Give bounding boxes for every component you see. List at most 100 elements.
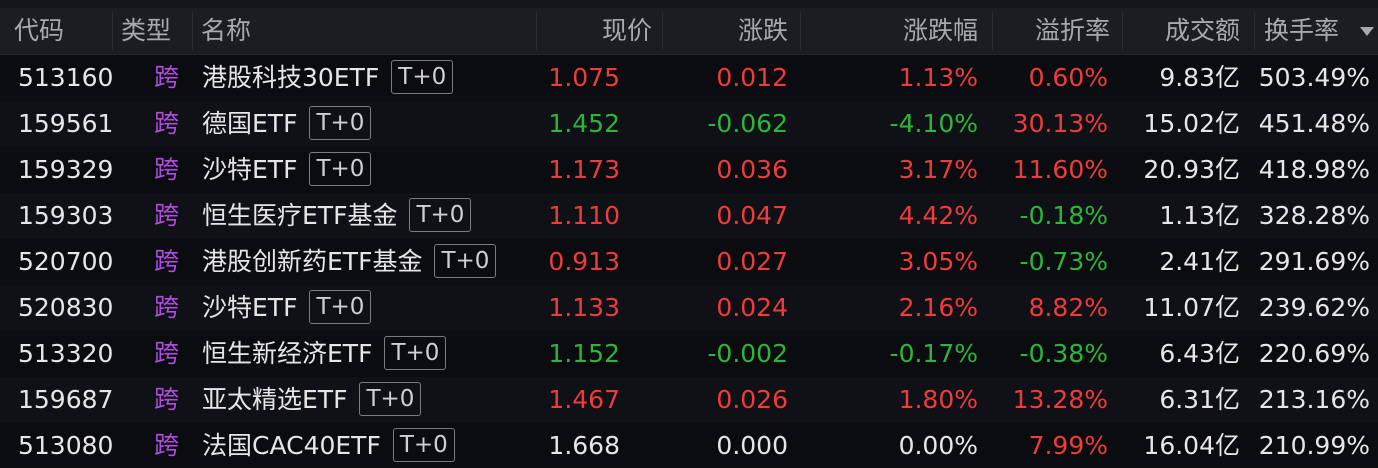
cell-turnover-rate: 220.69% — [1250, 331, 1370, 377]
cell-code-text: 513080 — [18, 431, 114, 460]
header-name[interactable]: 名称 — [201, 8, 251, 54]
cell-price: 0.913 — [540, 239, 620, 285]
header-change-pct[interactable]: 涨跌幅 — [806, 8, 978, 54]
cell-name: 德国ETF T+0 — [202, 101, 372, 147]
sort-desc-icon[interactable] — [1360, 27, 1374, 36]
cell-price-text: 1.467 — [548, 385, 620, 414]
cell-price-text: 1.173 — [548, 155, 620, 184]
cell-change-pct: 4.42% — [806, 193, 978, 239]
cell-premium-text: 0.60% — [1028, 63, 1108, 92]
header-premium[interactable]: 溢折率 — [998, 8, 1110, 54]
cell-turnover-rate-text: 291.69% — [1258, 247, 1370, 276]
cell-name: 亚太精选ETF T+0 — [202, 377, 422, 423]
cell-type: 跨 — [154, 239, 179, 285]
cell-type: 跨 — [154, 331, 179, 377]
header-separator — [1254, 12, 1255, 50]
cell-turnover-rate-text: 220.69% — [1258, 339, 1370, 368]
cell-turnover-amount-text: 6.31亿 — [1159, 385, 1240, 414]
header-separator — [1122, 12, 1123, 50]
header-price[interactable]: 现价 — [540, 8, 652, 54]
cell-premium-text: 8.82% — [1028, 293, 1108, 322]
trading-badge: T+0 — [434, 244, 497, 278]
cell-name-text: 港股创新药ETF基金 — [202, 247, 423, 276]
table-row[interactable]: 513320 跨恒生新经济ETF T+0 1.152 -0.002 -0.17% -0.38… — [0, 331, 1378, 377]
cell-type-text: 跨 — [154, 247, 180, 276]
cell-change: 0.036 — [670, 147, 788, 193]
cell-change: 0.026 — [670, 377, 788, 423]
cell-turnover-rate-text: 328.28% — [1258, 201, 1370, 230]
cell-code-text: 159687 — [18, 385, 114, 414]
header-code[interactable]: 代码 — [14, 8, 64, 54]
cell-code: 520700 — [18, 239, 113, 285]
table-row[interactable]: 513160 跨港股科技30ETF T+0 1.075 0.012 1.13% 0.60% 9… — [0, 55, 1378, 101]
cell-code-text: 159329 — [18, 155, 114, 184]
cell-premium: -0.38% — [998, 331, 1108, 377]
cell-change-text: 0.000 — [716, 431, 788, 460]
cell-change-pct-text: 1.80% — [898, 385, 978, 414]
cell-code: 159561 — [18, 101, 113, 147]
cell-type: 跨 — [154, 101, 179, 147]
trading-badge: T+0 — [384, 336, 447, 370]
cell-price: 1.133 — [540, 285, 620, 331]
cell-change-text: 0.024 — [716, 293, 788, 322]
cell-premium: 0.60% — [998, 55, 1108, 101]
header-separator — [112, 12, 113, 50]
cell-type: 跨 — [154, 55, 179, 101]
cell-change-pct: 1.80% — [806, 377, 978, 423]
cell-change-text: 0.047 — [716, 201, 788, 230]
cell-price-text: 0.913 — [548, 247, 620, 276]
cell-change-pct-text: 3.05% — [898, 247, 978, 276]
cell-premium-text: 13.28% — [1012, 385, 1108, 414]
cell-turnover-amount: 2.41亿 — [1128, 239, 1240, 285]
cell-change-pct-text: 4.42% — [898, 201, 978, 230]
cell-turnover-amount: 1.13亿 — [1128, 193, 1240, 239]
trading-badge: T+0 — [409, 198, 472, 232]
cell-name-text: 亚太精选ETF — [202, 385, 348, 414]
cell-code-text: 513160 — [18, 63, 114, 92]
trading-badge: T+0 — [309, 152, 372, 186]
cell-turnover-amount-text: 11.07亿 — [1143, 293, 1240, 322]
cell-turnover-rate: 418.98% — [1250, 147, 1370, 193]
etf-quote-table: 代码 类型 名称 现价 涨跌 涨跌幅 溢折率 成交额 换手率 513160 跨港股… — [0, 0, 1378, 468]
cell-turnover-rate-text: 451.48% — [1258, 109, 1370, 138]
cell-name-text: 沙特ETF — [202, 293, 298, 322]
cell-premium: -0.18% — [998, 193, 1108, 239]
table-row[interactable]: 159561 跨德国ETF T+0 1.452 -0.062 -4.10% 30.13% 15… — [0, 101, 1378, 147]
cell-turnover-rate: 210.99% — [1250, 423, 1370, 468]
cell-type-text: 跨 — [154, 109, 180, 138]
table-row[interactable]: 159687 跨亚太精选ETF T+0 1.467 0.026 1.80% 13.28% 6.… — [0, 377, 1378, 423]
cell-change-pct-text: 3.17% — [898, 155, 978, 184]
cell-change-pct: 0.00% — [806, 423, 978, 468]
cell-turnover-amount: 6.31亿 — [1128, 377, 1240, 423]
cell-change-pct: 3.17% — [806, 147, 978, 193]
cell-change-pct: 3.05% — [806, 239, 978, 285]
cell-premium: 11.60% — [998, 147, 1108, 193]
cell-turnover-rate-text: 503.49% — [1258, 63, 1370, 92]
trading-badge: T+0 — [309, 106, 372, 140]
cell-type: 跨 — [154, 147, 179, 193]
table-row[interactable]: 159329 跨沙特ETF T+0 1.173 0.036 3.17% 11.60% 20.9… — [0, 147, 1378, 193]
cell-change-text: 0.012 — [716, 63, 788, 92]
cell-name-text: 港股科技30ETF — [202, 63, 380, 92]
cell-name-text: 法国CAC40ETF — [202, 431, 381, 460]
header-type[interactable]: 类型 — [121, 8, 171, 54]
header-turnover-rate[interactable]: 换手率 — [1264, 8, 1339, 54]
cell-premium: 13.28% — [998, 377, 1108, 423]
cell-turnover-rate: 451.48% — [1250, 101, 1370, 147]
table-row[interactable]: 520700 跨港股创新药ETF基金 T+0 0.913 0.027 3.05% -0.73… — [0, 239, 1378, 285]
header-change[interactable]: 涨跌 — [670, 8, 788, 54]
table-row[interactable]: 520830 跨沙特ETF T+0 1.133 0.024 2.16% 8.82% 11.07… — [0, 285, 1378, 331]
cell-price: 1.452 — [540, 101, 620, 147]
cell-code: 159687 — [18, 377, 113, 423]
table-header: 代码 类型 名称 现价 涨跌 涨跌幅 溢折率 成交额 换手率 — [0, 8, 1378, 55]
cell-change-pct: -0.17% — [806, 331, 978, 377]
cell-change: 0.027 — [670, 239, 788, 285]
table-row[interactable]: 159303 跨恒生医疗ETF基金 T+0 1.110 0.047 4.42% -0.18%… — [0, 193, 1378, 239]
header-turnover-amount[interactable]: 成交额 — [1128, 8, 1240, 54]
cell-price: 1.075 — [540, 55, 620, 101]
cell-type: 跨 — [154, 377, 179, 423]
cell-turnover-amount-text: 9.83亿 — [1159, 63, 1240, 92]
table-row[interactable]: 513080 跨法国CAC40ETF T+0 1.668 0.000 0.00% 7.99%… — [0, 423, 1378, 468]
cell-change: -0.062 — [670, 101, 788, 147]
header-separator — [992, 12, 993, 50]
